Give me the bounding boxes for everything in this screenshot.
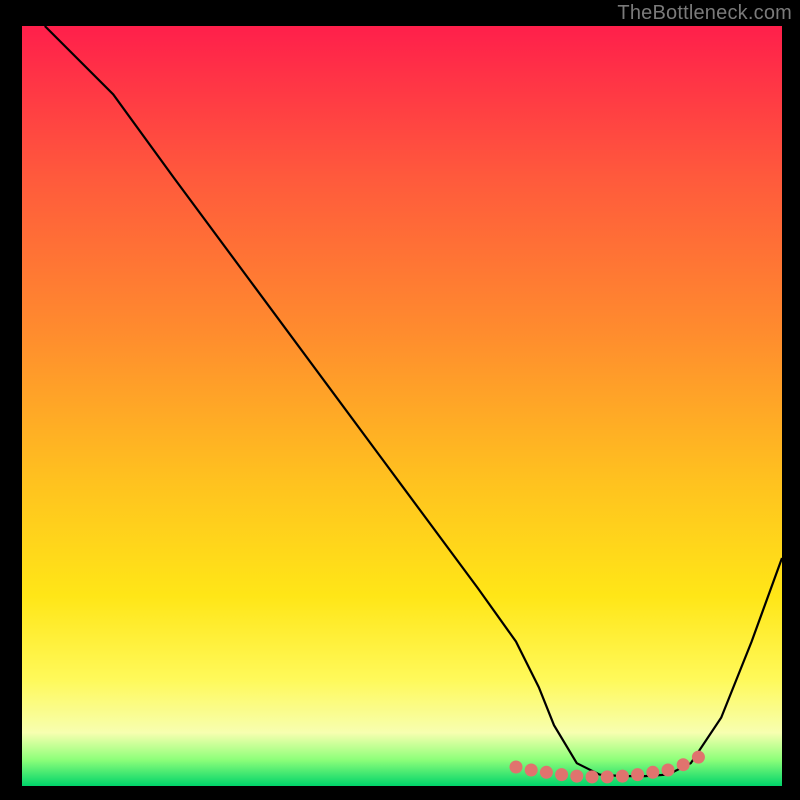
marker-dot	[525, 764, 538, 777]
attribution-text: TheBottleneck.com	[617, 2, 792, 25]
bottleneck-chart	[0, 0, 800, 800]
marker-dot	[662, 764, 675, 777]
marker-dot	[540, 766, 553, 779]
marker-dot	[646, 766, 659, 779]
marker-dot	[692, 751, 705, 764]
plot-background	[22, 26, 782, 786]
marker-dot	[510, 761, 523, 774]
marker-dot	[601, 770, 614, 783]
marker-dot	[631, 768, 644, 781]
marker-dot	[677, 758, 690, 771]
marker-dot	[555, 768, 568, 781]
marker-dot	[570, 770, 583, 783]
marker-dot	[616, 770, 629, 783]
marker-dot	[586, 770, 599, 783]
chart-container: TheBottleneck.com	[0, 0, 800, 800]
